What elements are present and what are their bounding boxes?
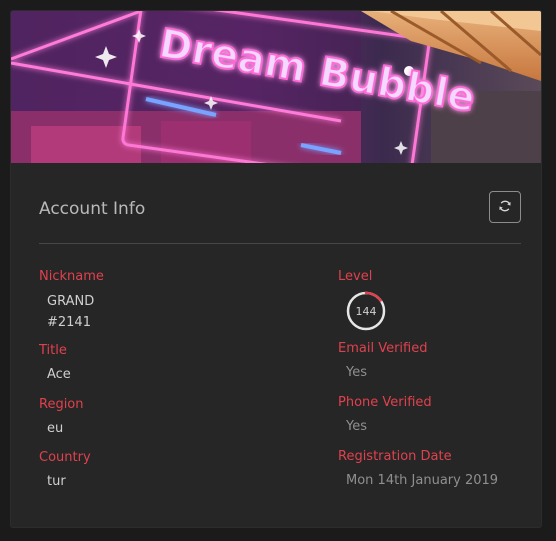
level-label: Level xyxy=(338,269,373,284)
card-title: Account Info xyxy=(39,199,146,219)
nickname-value-line1: GRAND xyxy=(47,294,95,309)
registration-date-value: Mon 14th January 2019 xyxy=(346,473,499,488)
refresh-icon xyxy=(498,198,512,217)
email-verified-label: Email Verified xyxy=(338,341,428,356)
refresh-button[interactable] xyxy=(489,191,521,223)
field-level: Level 144 xyxy=(338,269,386,331)
nickname-label: Nickname xyxy=(39,269,104,284)
field-region: Region eu xyxy=(39,397,84,439)
field-title: Title Ace xyxy=(39,343,71,385)
email-verified-value: Yes xyxy=(346,365,367,380)
field-country: Country tur xyxy=(39,450,91,492)
level-value: 144 xyxy=(355,304,377,318)
phone-verified-label: Phone Verified xyxy=(338,395,432,410)
country-value: tur xyxy=(47,474,66,489)
field-phone-verified: Phone Verified Yes xyxy=(338,395,432,437)
country-label: Country xyxy=(39,450,91,465)
card-header: Account Info xyxy=(39,191,521,244)
field-registration-date: Registration Date Mon 14th January 2019 xyxy=(338,449,498,491)
account-card: Dream Bubble Account Info Nickname GRAND… xyxy=(11,11,541,527)
phone-verified-value: Yes xyxy=(346,419,367,434)
banner-image: Dream Bubble xyxy=(11,11,541,163)
nickname-value-line2: #2141 xyxy=(47,315,91,330)
level-ring: 144 xyxy=(346,291,386,331)
title-label: Title xyxy=(39,343,67,358)
title-value: Ace xyxy=(47,367,71,382)
registration-date-label: Registration Date xyxy=(338,449,452,464)
region-value: eu xyxy=(47,421,64,436)
region-label: Region xyxy=(39,397,84,412)
field-nickname: Nickname GRAND #2141 xyxy=(39,269,104,333)
field-email-verified: Email Verified Yes xyxy=(338,341,427,383)
